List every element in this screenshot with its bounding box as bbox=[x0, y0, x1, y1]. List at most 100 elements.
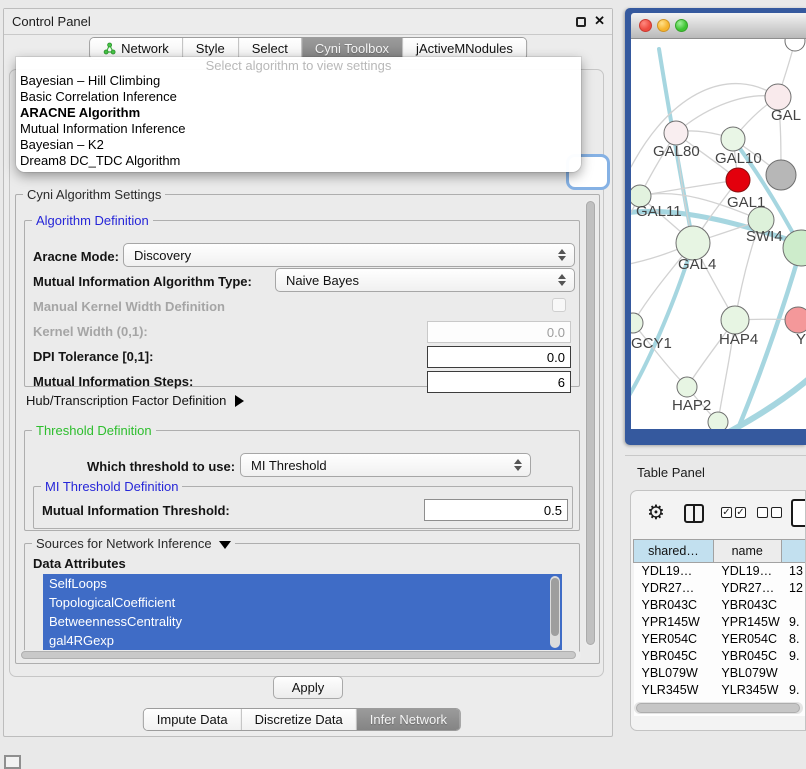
table-row[interactable]: YBR043CYBR043C bbox=[634, 597, 806, 614]
network-node-gal1[interactable] bbox=[726, 168, 750, 192]
tab-style[interactable]: Style bbox=[182, 38, 238, 59]
tab-label: Infer Network bbox=[370, 712, 447, 727]
aracne-mode-combo[interactable]: Discovery bbox=[123, 243, 575, 267]
tab-select[interactable]: Select bbox=[238, 38, 301, 59]
zoom-traffic-light-icon[interactable] bbox=[675, 19, 688, 32]
mi-type-label: Mutual Information Algorithm Type: bbox=[33, 274, 252, 289]
table-row[interactable]: YDR27…YDR27…12 bbox=[634, 580, 806, 597]
table-row[interactable]: YPR145WYPR145W9. bbox=[634, 614, 806, 631]
network-node-hap4[interactable] bbox=[721, 306, 749, 334]
settings-vertical-scrollbar[interactable] bbox=[585, 199, 596, 647]
network-node-label-gal80: GAL80 bbox=[653, 143, 700, 160]
table-panel: ⚙ ✓✓ shared…nameA YDL19…YDL19…13YDR27…YD… bbox=[630, 490, 806, 731]
which-threshold-combo[interactable]: MI Threshold bbox=[240, 453, 531, 477]
attribute-item-selfloops[interactable]: SelfLoops bbox=[43, 574, 562, 593]
close-icon[interactable]: ✕ bbox=[594, 13, 605, 29]
gear-icon[interactable]: ⚙ bbox=[647, 501, 665, 525]
tab-label: Discretize Data bbox=[255, 712, 343, 727]
attribute-item-topologicalcoefficient[interactable]: TopologicalCoefficient bbox=[43, 593, 562, 612]
algorithm-dropdown-prompt: Select algorithm to view settings bbox=[16, 58, 581, 73]
mi-threshold-group-title: MI Threshold Definition bbox=[41, 479, 182, 494]
network-node-label-gal1: GAL1 bbox=[727, 194, 765, 211]
table-row[interactable]: YDL19…YDL19…13 bbox=[634, 563, 806, 580]
table-panel-toolbar: ⚙ ✓✓ bbox=[631, 499, 805, 533]
tab-infer-network[interactable]: Infer Network bbox=[356, 709, 460, 730]
network-node-top-cut[interactable] bbox=[785, 39, 805, 51]
tab-impute-data[interactable]: Impute Data bbox=[144, 709, 241, 730]
table-cell: YBL079W bbox=[634, 665, 714, 682]
attribute-item-betweennesscentrality[interactable]: BetweennessCentrality bbox=[43, 612, 562, 631]
manual-kernel-checkbox[interactable] bbox=[552, 298, 566, 312]
network-node-big-right[interactable] bbox=[783, 230, 806, 266]
mi-type-combo[interactable]: Naive Bayes bbox=[275, 268, 575, 292]
table-cell: YLR345W bbox=[713, 682, 781, 699]
sources-group-title[interactable]: Sources for Network Inference bbox=[32, 536, 235, 551]
hub-definition-expander[interactable]: Hub/Transcription Factor Definition bbox=[26, 393, 244, 408]
attribute-item-gal4rgexp[interactable]: gal4RGexp bbox=[43, 631, 562, 650]
tab-discretize-data[interactable]: Discretize Data bbox=[241, 709, 356, 730]
close-traffic-light-icon[interactable] bbox=[639, 19, 652, 32]
tab-cyni-toolbox[interactable]: Cyni Toolbox bbox=[301, 38, 402, 59]
kernel-width-field[interactable]: 0.0 bbox=[427, 321, 571, 343]
table-row[interactable]: YBL079WYBL079W bbox=[634, 665, 806, 682]
network-canvas[interactable]: GALGAL80GAL10GAL1GAL11SWI4GAL4GCY1HAP4YH… bbox=[631, 39, 806, 429]
table-cell: 9. bbox=[781, 614, 806, 631]
network-window-titlebar[interactable] bbox=[631, 13, 806, 39]
control-panel-window: Control Panel ✕ NetworkStyleSelectCyni T… bbox=[3, 8, 613, 737]
table-horizontal-scrollbar[interactable] bbox=[634, 702, 803, 714]
dpi-tolerance-field[interactable]: 0.0 bbox=[427, 346, 571, 368]
table-row[interactable]: YBR045CYBR045C9. bbox=[634, 648, 806, 665]
combo-arrows-icon bbox=[558, 269, 567, 291]
node-table: shared…nameA YDL19…YDL19…13YDR27…YDR27…1… bbox=[633, 539, 806, 716]
tab-jactivemnodules[interactable]: jActiveMNodules bbox=[402, 38, 526, 59]
network-node-label-gal4: GAL4 bbox=[678, 256, 716, 273]
document-icon[interactable] bbox=[791, 499, 806, 527]
column-header-a[interactable]: A bbox=[781, 540, 806, 563]
table-cell: 9. bbox=[781, 682, 806, 699]
algorithm-option-mutual-information-inference[interactable]: Mutual Information Inference bbox=[16, 121, 581, 137]
table-cell: YBR043C bbox=[713, 597, 781, 614]
mi-threshold-field[interactable]: 0.5 bbox=[424, 499, 568, 521]
combo-arrows-icon bbox=[514, 454, 523, 476]
table-row[interactable]: YLR345WYLR345W9. bbox=[634, 682, 806, 699]
column-header-shared[interactable]: shared… bbox=[634, 540, 714, 563]
table-cell bbox=[781, 597, 806, 614]
tab-label: jActiveMNodules bbox=[416, 41, 513, 56]
float-window-icon[interactable] bbox=[576, 17, 586, 27]
network-node-gal10[interactable] bbox=[721, 127, 745, 151]
algorithm-option-dream8-dc-tdc-algorithm[interactable]: Dream8 DC_TDC Algorithm bbox=[16, 153, 581, 169]
network-node-hap2[interactable] bbox=[677, 377, 697, 397]
select-all-checkboxes-icon[interactable]: ✓✓ bbox=[721, 507, 746, 518]
algorithm-option-basic-correlation-inference[interactable]: Basic Correlation Inference bbox=[16, 89, 581, 105]
algorithm-option-aracne-algorithm[interactable]: ARACNE Algorithm bbox=[16, 105, 581, 121]
table-cell: YBR045C bbox=[634, 648, 714, 665]
network-node-gal80[interactable] bbox=[664, 121, 688, 145]
table-cell: YDL19… bbox=[713, 563, 781, 580]
mi-steps-field[interactable]: 6 bbox=[427, 371, 571, 393]
network-edge bbox=[676, 96, 778, 133]
algorithm-dropdown-list: Bayesian – Hill ClimbingBasic Correlatio… bbox=[16, 73, 581, 169]
apply-button[interactable]: Apply bbox=[273, 676, 343, 699]
network-node-bottom[interactable] bbox=[708, 412, 728, 429]
tab-network[interactable]: Network bbox=[90, 38, 182, 59]
threshold-definition-group: Threshold Definition Which threshold to … bbox=[24, 430, 580, 531]
minimize-traffic-light-icon[interactable] bbox=[657, 19, 670, 32]
network-node-gray[interactable] bbox=[766, 160, 796, 190]
network-node-salmon[interactable] bbox=[785, 307, 806, 333]
table-cell: YDR27… bbox=[634, 580, 714, 597]
settings-horizontal-scrollbar[interactable] bbox=[20, 650, 581, 660]
docked-panel-icon[interactable] bbox=[4, 755, 21, 769]
algorithm-option-bayesian-hill-climbing[interactable]: Bayesian – Hill Climbing bbox=[16, 73, 581, 89]
threshold-definition-title: Threshold Definition bbox=[32, 423, 156, 438]
column-header-name[interactable]: name bbox=[713, 540, 781, 563]
columns-icon[interactable] bbox=[684, 504, 704, 523]
network-node-label-swi4: SWI4 bbox=[746, 228, 783, 245]
tab-label: Style bbox=[196, 41, 225, 56]
algorithm-option-bayesian-k2[interactable]: Bayesian – K2 bbox=[16, 137, 581, 153]
deselect-all-checkboxes-icon[interactable] bbox=[757, 507, 782, 518]
network-node-gcy1[interactable] bbox=[631, 313, 643, 333]
network-node-gal4[interactable] bbox=[676, 226, 710, 260]
attributes-scrollbar[interactable] bbox=[550, 576, 560, 648]
table-row[interactable]: YER054CYER054C8. bbox=[634, 631, 806, 648]
combo-arrows-icon bbox=[558, 244, 567, 266]
